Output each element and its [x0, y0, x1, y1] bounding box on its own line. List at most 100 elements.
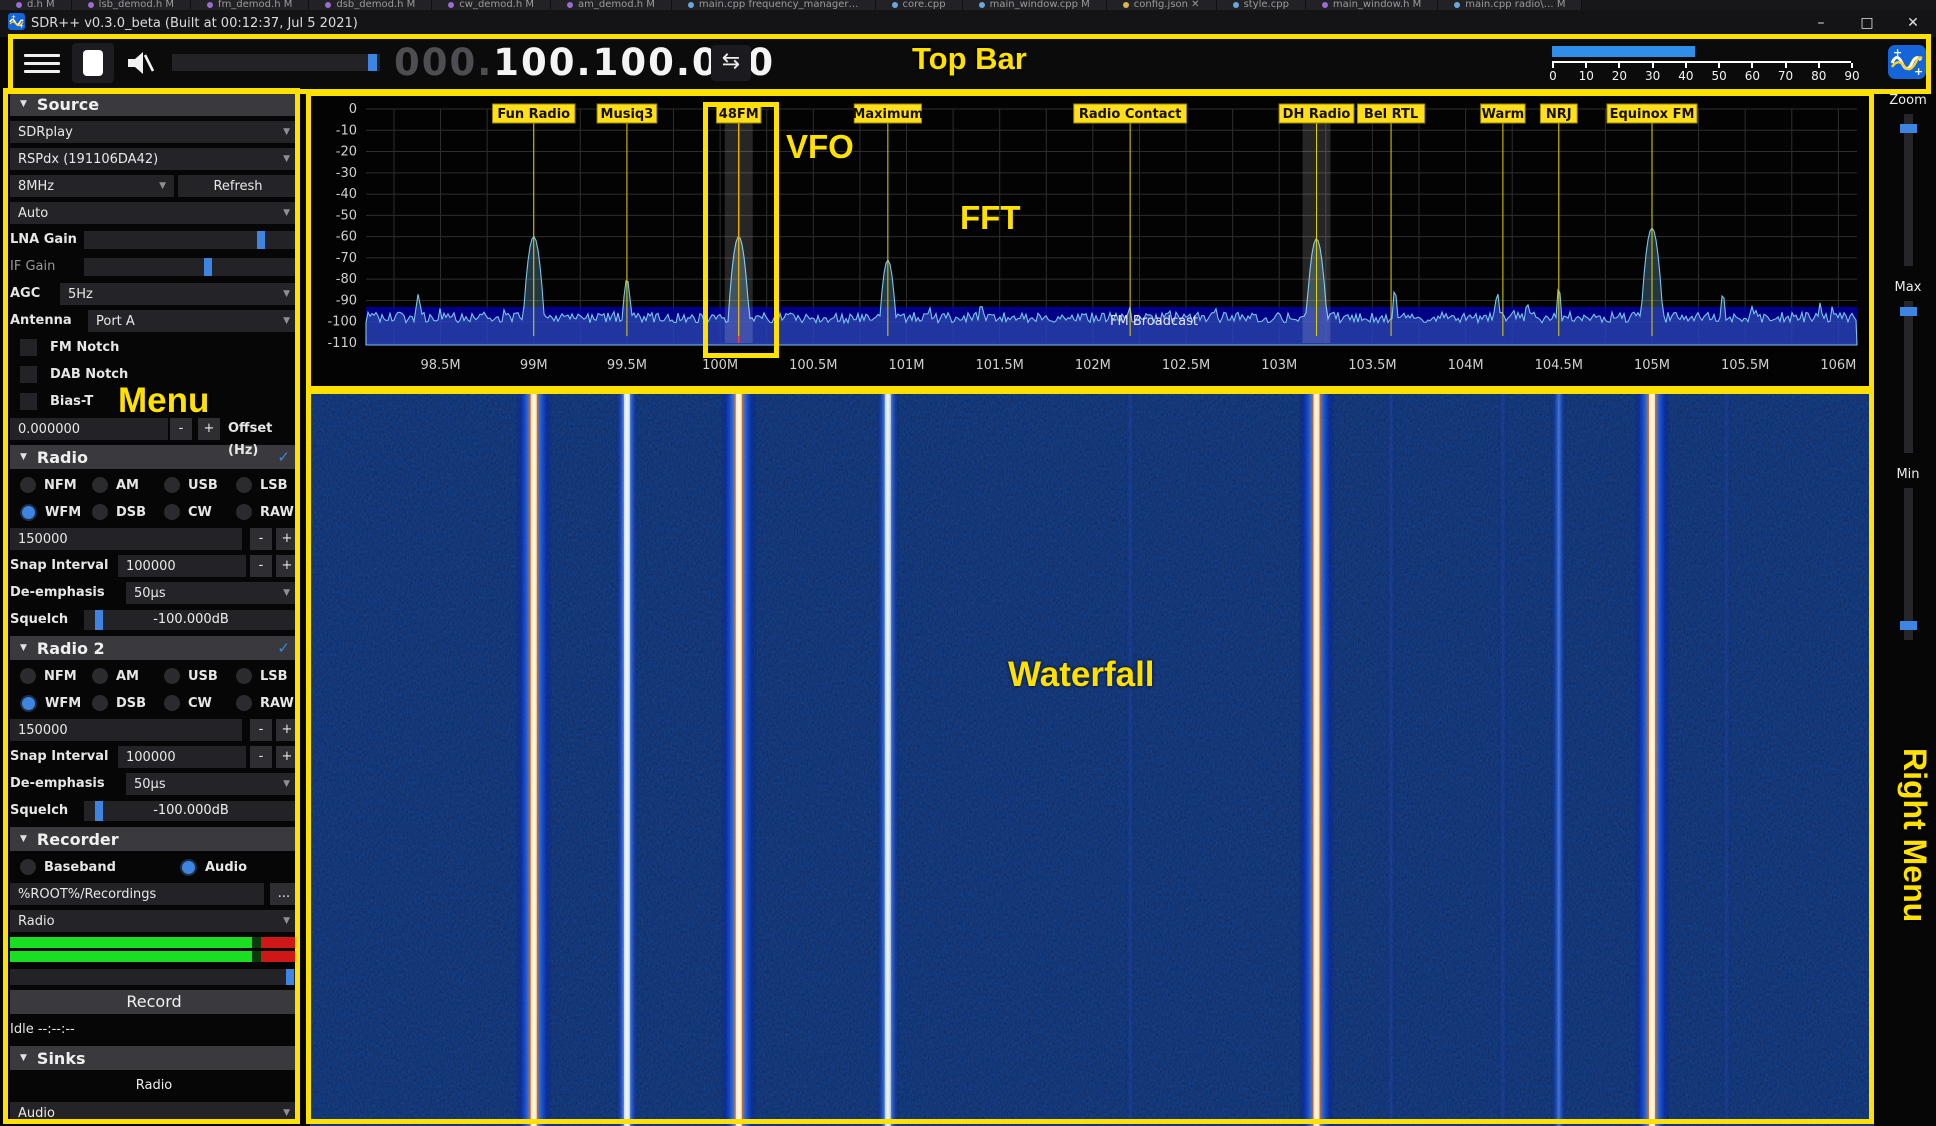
editor-tab[interactable]: fm_demod.h M: [191, 0, 309, 10]
radio-bandwidth-input[interactable]: 150000: [10, 528, 242, 550]
browse-button[interactable]: ...: [270, 883, 298, 905]
editor-tab[interactable]: d.h M: [0, 0, 72, 10]
radio2-bandwidth-input[interactable]: 150000: [10, 719, 242, 741]
recorder-mode-baseband[interactable]: Baseband: [20, 856, 116, 878]
bandwidth-minus-button[interactable]: -: [250, 719, 272, 741]
snap-plus-button[interactable]: +: [276, 746, 298, 768]
mode-cw[interactable]: CW: [164, 501, 212, 523]
close-button[interactable]: ✕: [1890, 10, 1936, 37]
recorder-mode-audio[interactable]: Audio: [180, 856, 247, 878]
radio-button-icon[interactable]: [92, 477, 108, 493]
radio-button-icon[interactable]: [20, 477, 36, 493]
mode-wfm[interactable]: WFM: [20, 692, 81, 714]
editor-tab[interactable]: am_demod.h M: [551, 0, 672, 10]
source-section-header[interactable]: ▼ Source: [10, 92, 298, 116]
mute-icon[interactable]: [124, 47, 156, 79]
bandwidth-plus-button[interactable]: +: [276, 528, 298, 550]
mode-dsb[interactable]: DSB: [92, 692, 146, 714]
mode-wfm[interactable]: WFM: [20, 501, 81, 523]
radio-button-icon[interactable]: [92, 668, 108, 684]
deemphasis-select[interactable]: 50µs ▼: [126, 773, 298, 795]
editor-tab[interactable]: main.cpp frequency_manager…: [672, 0, 876, 10]
mode-nfm[interactable]: NFM: [20, 474, 77, 496]
radio-button-icon[interactable]: [164, 695, 180, 711]
mode-raw[interactable]: RAW: [236, 501, 294, 523]
radio-button-icon[interactable]: [164, 477, 180, 493]
editor-tab[interactable]: main_window.h M: [1306, 0, 1438, 10]
bandwidth-minus-button[interactable]: -: [250, 528, 272, 550]
min-slider-handle[interactable]: [1900, 621, 1917, 630]
editor-tab[interactable]: cw_demod.h M: [432, 0, 551, 10]
record-button[interactable]: Record: [10, 990, 298, 1014]
sinks-section-header[interactable]: ▼ Sinks: [10, 1046, 298, 1070]
snap-interval-input[interactable]: 100000: [118, 555, 246, 577]
editor-tab[interactable]: core.cpp: [876, 0, 963, 10]
snap-interval-input[interactable]: 100000: [118, 746, 246, 768]
mode-dsb[interactable]: DSB: [92, 501, 146, 523]
fft-plot[interactable]: 0-10-20-30-40-50-60-70-80-90-100-110FM B…: [310, 93, 1874, 385]
offset-plus-button[interactable]: +: [198, 418, 220, 440]
zoom-slider-handle[interactable]: [1900, 124, 1917, 133]
radio-button-icon[interactable]: [236, 668, 252, 684]
bandwidth-plus-button[interactable]: +: [276, 719, 298, 741]
lna-gain-slider[interactable]: [84, 231, 298, 249]
editor-tab[interactable]: config.json ✕: [1107, 0, 1217, 10]
mode-nfm[interactable]: NFM: [20, 665, 77, 687]
deemphasis-select[interactable]: 50µs ▼: [126, 582, 298, 604]
snap-minus-button[interactable]: -: [250, 746, 272, 768]
recorder-volume-slider[interactable]: [10, 969, 298, 985]
recorder-volume-handle[interactable]: [286, 969, 294, 985]
if-gain-handle[interactable]: [204, 258, 212, 276]
recording-path-input[interactable]: %ROOT%/Recordings: [10, 883, 264, 905]
source-device-select[interactable]: RSPdx (191106DA42) ▼: [10, 148, 298, 170]
mode-cw[interactable]: CW: [164, 692, 212, 714]
editor-tab[interactable]: main.cpp radio\… M: [1438, 0, 1582, 10]
if-gain-slider[interactable]: [84, 258, 298, 276]
radio-button-icon[interactable]: [20, 695, 37, 712]
mode-usb[interactable]: USB: [164, 474, 218, 496]
radio-button-icon[interactable]: [164, 668, 180, 684]
antenna-select[interactable]: Port A ▼: [88, 310, 298, 332]
minimize-button[interactable]: –: [1798, 10, 1844, 37]
lna-gain-handle[interactable]: [257, 231, 265, 249]
mode-raw[interactable]: RAW: [236, 692, 294, 714]
editor-tab[interactable]: lsb_demod.h M: [72, 0, 191, 10]
radio-button-icon[interactable]: [20, 668, 36, 684]
radio-button-icon[interactable]: [180, 859, 197, 876]
radio-button-icon[interactable]: [164, 504, 180, 520]
squelch-slider[interactable]: -100.000dB: [84, 610, 298, 630]
samplerate-select[interactable]: 8MHz ▼: [10, 175, 174, 197]
agc-rate-select[interactable]: 5Hz ▼: [60, 283, 298, 305]
offset-minus-button[interactable]: -: [170, 418, 192, 440]
offset-input[interactable]: 0.000000: [10, 418, 168, 440]
editor-tab-strip[interactable]: d.h Mlsb_demod.h Mfm_demod.h Mdsb_demod.…: [0, 0, 1936, 10]
bias-t-checkbox[interactable]: [20, 393, 37, 410]
maximize-button[interactable]: □: [1844, 10, 1890, 37]
radio2-section-header[interactable]: ▼ Radio 2 ✓: [10, 636, 298, 660]
radio-button-icon[interactable]: [92, 695, 108, 711]
mode-usb[interactable]: USB: [164, 665, 218, 687]
zoom-slider[interactable]: [1904, 114, 1913, 266]
editor-tab[interactable]: style.cpp: [1217, 0, 1306, 10]
radio-button-icon[interactable]: [20, 504, 37, 521]
source-driver-select[interactable]: SDRplay ▼: [10, 121, 298, 143]
refresh-button[interactable]: Refresh: [178, 175, 298, 197]
mode-lsb[interactable]: LSB: [236, 474, 288, 496]
squelch-slider[interactable]: -100.000dB: [84, 801, 298, 821]
recorder-stream-select[interactable]: Radio ▼: [10, 910, 298, 932]
max-slider[interactable]: [1904, 301, 1913, 453]
radio-button-icon[interactable]: [92, 504, 108, 520]
fm-notch-checkbox[interactable]: [20, 339, 37, 356]
recorder-section-header[interactable]: ▼ Recorder: [10, 827, 298, 851]
mode-lsb[interactable]: LSB: [236, 665, 288, 687]
dab-notch-checkbox[interactable]: [20, 366, 37, 383]
radio-button-icon[interactable]: [20, 859, 36, 875]
sink-type-select[interactable]: Audio ▼: [10, 1102, 298, 1124]
max-slider-handle[interactable]: [1900, 307, 1917, 316]
radio-button-icon[interactable]: [236, 504, 252, 520]
agc-mode-select[interactable]: Auto ▼: [10, 202, 298, 224]
enabled-check-icon[interactable]: ✓: [277, 639, 290, 657]
radio-button-icon[interactable]: [236, 695, 252, 711]
editor-tab[interactable]: dsb_demod.h M: [309, 0, 432, 10]
snap-minus-button[interactable]: -: [250, 555, 272, 577]
